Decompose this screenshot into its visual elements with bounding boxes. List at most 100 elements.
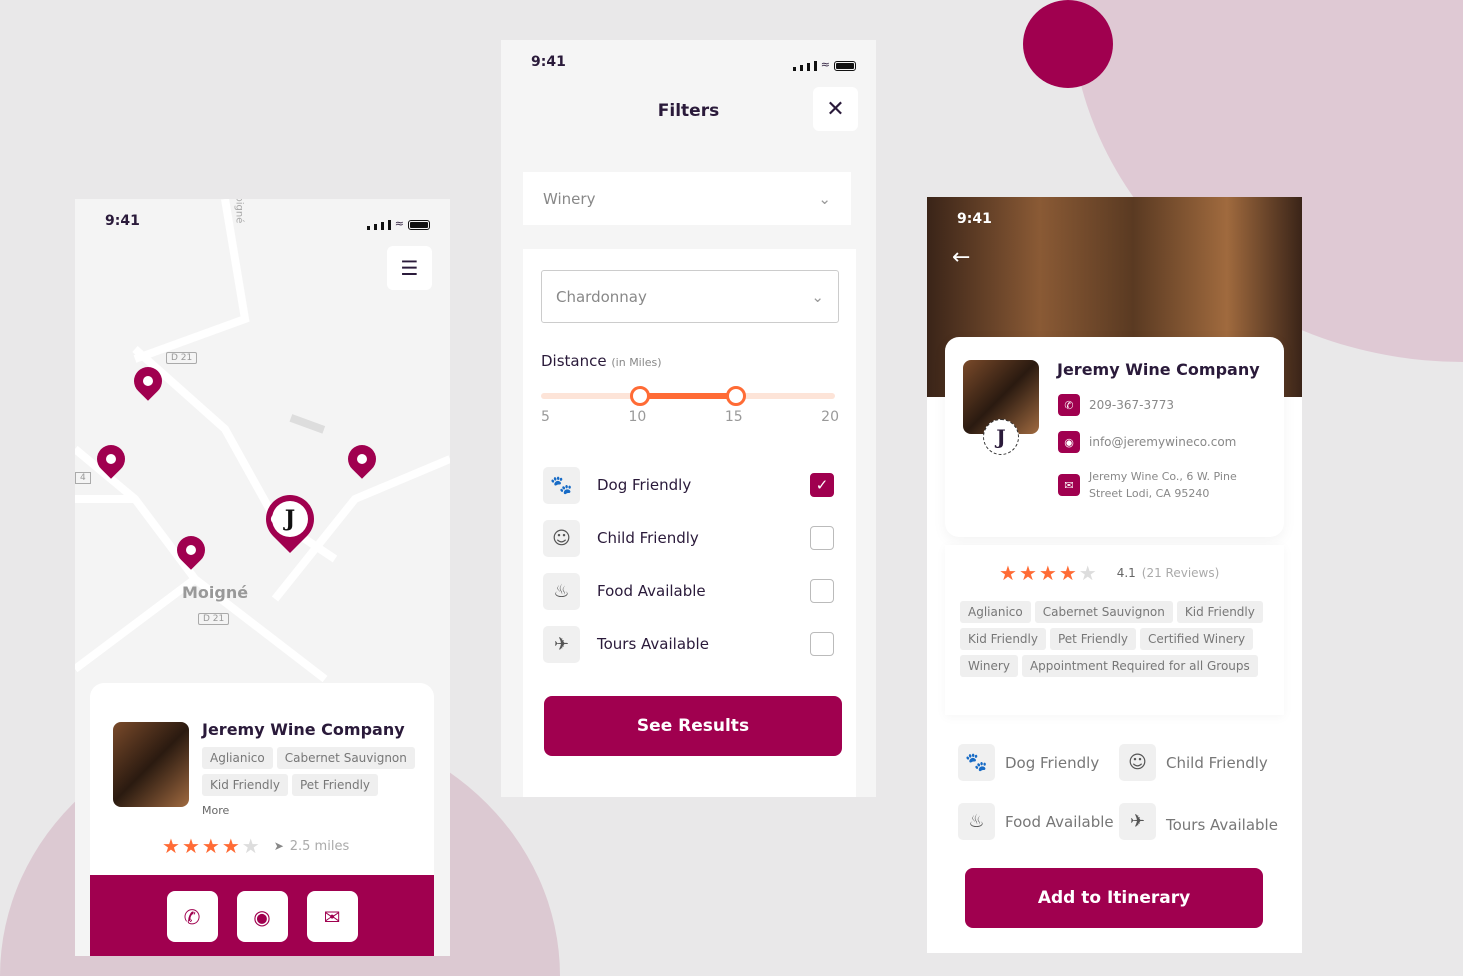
phone-number: 209-367-3773 [1089,398,1175,412]
call-button[interactable]: ✆ [166,891,218,942]
tag-list: Aglianico Cabernet Sauvignon Kid Friendly P… [202,747,427,801]
winery-card[interactable]: Jeremy Wine Company Aglianico Cabernet Sa… [90,683,434,956]
option-food-available[interactable]: ♨ Food Available [543,572,834,610]
tag: Cabernet Sauvignon [276,747,415,769]
more-link[interactable]: More [202,804,229,817]
status-icons: ≈ [366,217,430,230]
tag-list: Aglianico Cabernet Sauvignon Kid FriendlyK… [960,601,1275,682]
checkbox[interactable] [810,632,834,656]
tag: Kid Friendly [1176,601,1263,623]
email-row[interactable]: ◉ info@jeremywineco.com [1058,431,1236,453]
add-to-itinerary-button[interactable]: Add to Itinerary [965,868,1263,928]
star-icon: ★ [162,834,180,858]
detail-screen: 9:41 ← J Jeremy Wine Company ✆ 209-367-37… [927,197,1302,953]
amenity-label: Dog Friendly [1005,753,1100,772]
rating: ★ ★ ★ ★ ★ ➤ 2.5 miles [162,834,349,858]
amenity-label: Child Friendly [1166,753,1268,772]
close-button[interactable]: ✕ [813,87,858,131]
star-icon: ★ [201,834,220,858]
plane-icon: ✈ [1119,803,1156,840]
plane-icon: ✈ [543,625,580,663]
checkbox[interactable] [810,579,834,603]
rating: ★ ★ ★ ★ ★ 4.1 (21 Reviews) [999,561,1219,585]
option-dog-friendly[interactable]: 🐾 Dog Friendly ✓ [543,466,834,504]
tag: Aglianico [202,747,273,769]
tag: Winery [960,655,1018,677]
food-icon: ♨ [958,803,995,840]
checkbox[interactable]: ✓ [810,473,834,497]
star-icon: ★ [1038,561,1057,585]
option-tours-available[interactable]: ✈ Tours Available [543,625,834,663]
town-label: Moigné [182,583,249,602]
food-icon: ♨ [543,572,580,610]
tag: Cabernet Sauvignon [1034,601,1173,623]
email-button[interactable]: ✉ [306,891,358,942]
distance-slider[interactable] [541,386,835,406]
winery-photo [113,722,189,807]
slider-ticks: 5 10 15 20 [541,409,839,425]
tag: Appointment Required for all Groups [1021,655,1258,677]
amenity-label: Food Available [1005,812,1114,831]
slider-range [640,393,736,399]
tag: Pet Friendly [1049,628,1137,650]
directions-button[interactable]: ◉ [236,891,288,942]
review-count: (21 Reviews) [1141,566,1220,580]
filter-button[interactable]: ☰ [387,246,432,290]
slider-handle-max[interactable] [725,386,746,406]
status-icons: ≈ [792,58,856,71]
email: info@jeremywineco.com [1089,435,1237,449]
star-icon: ★ [181,834,200,858]
tag: Pet Friendly [291,774,379,796]
baby-icon: ☺ [543,519,580,557]
option-label: Child Friendly [597,529,699,547]
slider-handle-min[interactable] [630,386,651,406]
tick: 20 [821,409,839,425]
amenity-label: Tours Available [1166,815,1278,834]
type-select-value: Winery [543,189,596,208]
phone-icon: ✆ [1058,394,1080,416]
tick: 5 [541,409,550,425]
see-results-button[interactable]: See Results [544,696,842,756]
mail-icon: ✉ [1058,474,1080,496]
address-line: Street Lodi, CA 95240 [1089,487,1210,500]
tag: Kid Friendly [960,628,1046,650]
background-dot [1023,0,1113,88]
star-icon: ★ [241,834,260,858]
distance-label: Distance (in Miles) [541,352,662,370]
type-select[interactable]: Winery ⌄ [523,172,851,225]
tick: 15 [724,409,743,425]
star-icon: ★ [221,834,240,858]
star-icon: ★ [1018,561,1037,585]
winery-logo: J [272,501,308,537]
sliders-icon: ☰ [400,256,419,280]
mail-icon: ✉ [323,904,341,929]
back-button[interactable]: ← [952,245,970,270]
address-row: ✉ Jeremy Wine Co., 6 W. Pine Street Lodi, … [1058,468,1237,502]
varietal-select[interactable]: Chardonnay ⌄ [541,270,839,323]
tag: Aglianico [960,601,1031,623]
amenity-child-friendly: ☺ Child Friendly [1119,744,1268,781]
location-icon: ◉ [253,904,271,929]
amenity-food-available: ♨ Food Available [958,803,1114,840]
amenity-tours-available: ✈ Tours Available [1119,803,1278,840]
arrow-left-icon: ← [952,245,971,270]
amenity-dog-friendly: 🐾 Dog Friendly [958,744,1099,781]
winery-logo: J [983,419,1019,455]
status-time: 9:41 [531,54,566,70]
road-label: 4 [75,472,91,484]
star-icon: ★ [1058,561,1077,585]
close-icon: ✕ [826,96,845,122]
chevron-down-icon: ⌄ [818,189,831,208]
road-label: D 21 [166,352,198,364]
phone-row[interactable]: ✆ 209-367-3773 [1058,394,1174,416]
tag: Kid Friendly [202,774,288,796]
option-child-friendly[interactable]: ☺ Child Friendly [543,519,834,557]
paw-icon: 🐾 [958,744,995,781]
star-icon: ★ [1078,561,1097,585]
paw-icon: 🐾 [543,466,580,504]
info-card: J Jeremy Wine Company ✆ 209-367-3773 ◉ inf… [945,337,1284,537]
navigation-icon: ➤ [273,839,284,853]
checkbox[interactable] [810,526,834,550]
address-line: Jeremy Wine Co., 6 W. Pine [1089,470,1237,483]
option-label: Food Available [597,582,706,600]
